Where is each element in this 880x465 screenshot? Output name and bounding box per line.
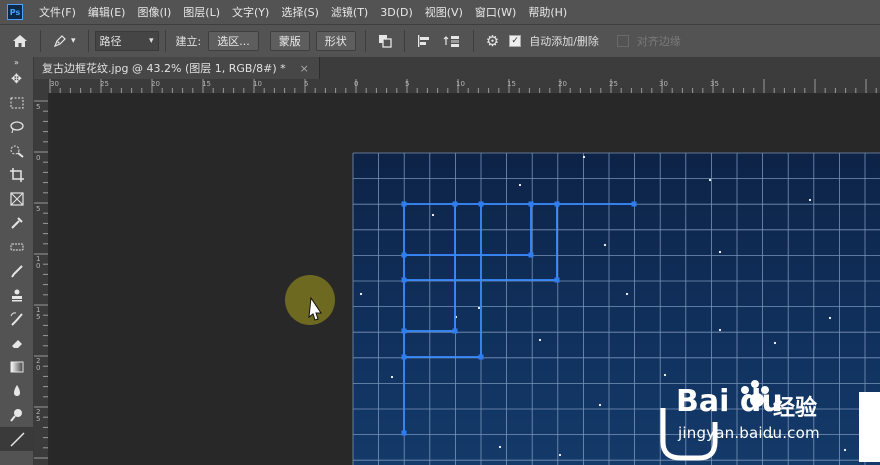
anchor-point <box>554 201 560 207</box>
path-anchor-points <box>401 201 637 436</box>
star-speck <box>625 292 629 296</box>
pen-path <box>403 203 634 433</box>
anchor-point <box>528 252 534 258</box>
baidu-logo-text: Bai du <box>676 384 783 419</box>
anchor-point <box>478 354 484 360</box>
star-speck <box>558 453 562 457</box>
star-speck <box>773 341 777 345</box>
star-speck <box>518 183 522 187</box>
star-speck <box>498 445 502 449</box>
star-speck <box>828 316 832 320</box>
star-speck <box>582 155 586 159</box>
star-speck <box>718 250 722 254</box>
cursor-highlight <box>285 275 335 325</box>
anchor-point <box>478 201 484 207</box>
anchor-point <box>528 201 534 207</box>
anchor-point <box>631 201 637 207</box>
star-speck <box>708 178 712 182</box>
anchor-point <box>401 430 407 436</box>
anchor-point <box>452 201 458 207</box>
star-speck <box>477 306 481 310</box>
anchor-point <box>401 328 407 334</box>
anchor-point <box>452 328 458 334</box>
anchor-point <box>401 252 407 258</box>
star-speck <box>431 213 435 217</box>
anchor-point <box>401 354 407 360</box>
star-speck <box>603 243 607 247</box>
anchor-point <box>554 277 560 283</box>
star-speck <box>359 292 363 296</box>
star-speck <box>598 403 602 407</box>
star-speck <box>718 328 722 332</box>
anchor-point <box>401 277 407 283</box>
star-speck <box>808 198 812 202</box>
baidu-jingyan-text: 经验 <box>773 396 818 421</box>
star-speck <box>538 338 542 342</box>
star-speck <box>390 375 394 379</box>
watermark-url: jingyan.baidu.com <box>678 424 820 442</box>
anchor-point <box>401 201 407 207</box>
